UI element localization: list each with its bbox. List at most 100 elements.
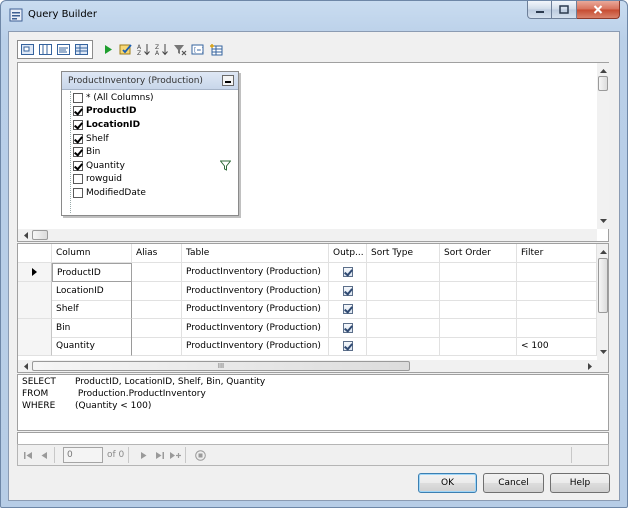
sort-descending-button[interactable]: ZA	[153, 41, 170, 58]
cell-sort-order[interactable]	[440, 281, 517, 301]
cell-output[interactable]	[329, 337, 367, 356]
cell-table[interactable]: ProductInventory (Production)	[182, 318, 329, 338]
scroll-right-arrow[interactable]	[584, 360, 596, 372]
record-number-input[interactable]: 0	[63, 447, 103, 463]
cell-sort-type[interactable]	[367, 318, 440, 338]
scroll-left-arrow[interactable]	[20, 360, 32, 372]
sql-pane-button[interactable]	[55, 42, 72, 57]
minimize-button[interactable]	[527, 1, 552, 19]
table-row[interactable]: Bin ProductInventory (Production)	[18, 318, 597, 338]
results-pane-button[interactable]	[73, 42, 90, 57]
column-header-alias[interactable]: Alias	[132, 244, 182, 263]
diagram-pane[interactable]: ProductInventory (Production) * (All Col…	[17, 62, 609, 242]
cell-sort-type[interactable]	[367, 263, 440, 282]
cell-column[interactable]: LocationID	[52, 281, 132, 301]
cell-column[interactable]: Bin	[52, 318, 132, 338]
cell-column[interactable]: ProductID	[52, 263, 132, 282]
cell-output[interactable]	[329, 300, 367, 319]
criteria-pane[interactable]: Column Alias Table Outp... Sort Type Sor…	[17, 243, 609, 373]
column-checkbox[interactable]	[73, 92, 83, 103]
column-checkbox[interactable]	[73, 187, 83, 198]
new-record-button[interactable]	[169, 449, 181, 461]
add-table-button[interactable]	[207, 41, 224, 58]
criteria-pane-button[interactable]	[37, 42, 54, 57]
column-checkbox[interactable]	[73, 174, 83, 185]
table-column-item[interactable]: ProductID	[71, 105, 237, 119]
scroll-up-arrow[interactable]	[597, 246, 608, 258]
cell-sort-order[interactable]	[440, 300, 517, 319]
scroll-thumb[interactable]	[598, 258, 608, 313]
maximize-button[interactable]	[552, 1, 577, 19]
row-selector[interactable]	[18, 263, 52, 282]
column-checkbox[interactable]	[73, 147, 83, 158]
cell-sort-type[interactable]	[367, 281, 440, 301]
title-bar[interactable]: Query Builder	[1, 1, 627, 29]
output-checkbox[interactable]	[342, 285, 353, 296]
previous-record-button[interactable]	[38, 449, 50, 461]
cell-filter[interactable]	[517, 300, 597, 319]
verify-sql-button[interactable]	[117, 41, 134, 58]
group-by-button[interactable]: [=]	[189, 41, 206, 58]
cell-filter[interactable]	[517, 281, 597, 301]
run-button[interactable]	[99, 41, 116, 58]
cell-column[interactable]: Quantity	[52, 337, 132, 356]
diagram-vertical-scrollbar[interactable]	[597, 63, 609, 229]
cell-alias[interactable]	[132, 263, 182, 282]
table-row[interactable]: ProductID ProductInventory (Production)	[18, 263, 597, 282]
scroll-thumb[interactable]	[32, 230, 48, 240]
output-checkbox[interactable]	[342, 304, 353, 314]
ok-button[interactable]: OK	[418, 473, 477, 493]
table-column-item[interactable]: Shelf	[71, 132, 237, 146]
criteria-vertical-scrollbar[interactable]	[597, 244, 608, 360]
scroll-down-arrow[interactable]	[597, 215, 609, 227]
table-row[interactable]: Quantity ProductInventory (Production) < 1…	[18, 337, 597, 356]
cell-table[interactable]: ProductInventory (Production)	[182, 300, 329, 319]
column-header-column[interactable]: Column	[52, 244, 132, 263]
cell-output[interactable]	[329, 263, 367, 282]
table-column-item[interactable]: Bin	[71, 145, 237, 159]
table-row[interactable]: LocationID ProductInventory (Production)	[18, 281, 597, 301]
column-header-output[interactable]: Outp...	[329, 244, 367, 263]
last-record-button[interactable]	[153, 449, 165, 461]
cell-sort-type[interactable]	[367, 300, 440, 319]
table-column-item[interactable]: LocationID	[71, 118, 237, 132]
table-box-minimize-button[interactable]	[222, 75, 234, 86]
remove-filter-button[interactable]	[171, 41, 188, 58]
scroll-thumb[interactable]	[598, 76, 608, 91]
cell-table[interactable]: ProductInventory (Production)	[182, 281, 329, 301]
cell-filter[interactable]	[517, 318, 597, 338]
table-row[interactable]: Shelf ProductInventory (Production)	[18, 300, 597, 319]
cell-table[interactable]: ProductInventory (Production)	[182, 263, 329, 282]
stop-button[interactable]	[194, 449, 206, 461]
table-column-item[interactable]: ModifiedDate	[71, 186, 237, 200]
scroll-thumb[interactable]: III	[32, 361, 410, 371]
criteria-horizontal-scrollbar[interactable]: III	[18, 360, 608, 372]
row-selector[interactable]	[18, 318, 52, 338]
column-header-table[interactable]: Table	[182, 244, 329, 263]
cell-alias[interactable]	[132, 337, 182, 356]
column-checkbox[interactable]	[73, 106, 83, 117]
cell-alias[interactable]	[132, 281, 182, 301]
column-checkbox[interactable]	[73, 119, 83, 130]
output-checkbox[interactable]	[342, 267, 353, 277]
table-box-header[interactable]: ProductInventory (Production)	[62, 72, 238, 90]
row-selector[interactable]	[18, 300, 52, 319]
cell-sort-type[interactable]	[367, 337, 440, 356]
diagram-horizontal-scrollbar[interactable]	[18, 229, 597, 241]
table-column-item[interactable]: * (All Columns)	[71, 91, 237, 105]
cell-sort-order[interactable]	[440, 318, 517, 338]
cell-filter[interactable]: < 100	[517, 337, 597, 356]
column-header-sort-type[interactable]: Sort Type	[367, 244, 440, 263]
table-column-item[interactable]: Quantity	[71, 159, 237, 173]
column-checkbox[interactable]	[73, 160, 83, 171]
close-button[interactable]	[577, 1, 620, 19]
table-column-item[interactable]: rowguid	[71, 173, 237, 187]
table-box-productinventory[interactable]: ProductInventory (Production) * (All Col…	[61, 71, 239, 216]
cell-filter[interactable]	[517, 263, 597, 282]
cell-column[interactable]: Shelf	[52, 300, 132, 319]
sql-pane[interactable]: SELECT ProductID, LocationID, Shelf, Bin,…	[17, 374, 609, 431]
cell-output[interactable]	[329, 318, 367, 338]
column-checkbox[interactable]	[73, 133, 83, 144]
sort-ascending-button[interactable]: AZ	[135, 41, 152, 58]
output-checkbox[interactable]	[342, 341, 353, 351]
